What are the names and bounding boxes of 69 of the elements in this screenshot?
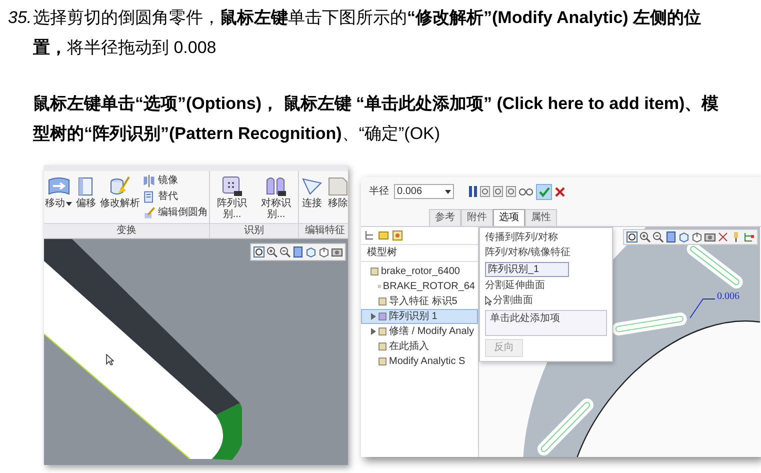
pause-icon[interactable] bbox=[469, 186, 477, 198]
tree-item[interactable]: BRAKE_ROTOR_64 bbox=[361, 279, 478, 294]
tree-item[interactable]: 在此插入 bbox=[361, 339, 478, 354]
tab[interactable]: 属性 bbox=[525, 209, 557, 226]
camera-icon[interactable] bbox=[704, 231, 716, 243]
tool-label: 修改解析 bbox=[100, 198, 140, 209]
field-label: 阵列/对称/镜像特征 bbox=[485, 247, 572, 259]
ribbon-tool[interactable]: 编辑倒圆角 bbox=[142, 206, 208, 220]
instruction-text: 选择剪切的倒圆角零件，鼠标左键单击下图所示的“修改解析”(Modify Analytic) 左侧的位置，将半径拖动到 0.008 bbox=[33, 7, 702, 59]
page-icon bbox=[142, 190, 156, 204]
instruction-text: 鼠标左键单击“选项”(Options)， 鼠标左键 “单击此处添加项” (Click here to add item)、模型树的“阵列识别”(Pattern Recognition)、“确定”(OK) bbox=[33, 93, 720, 145]
expand-arrow-icon[interactable] bbox=[371, 313, 376, 320]
ribbon-tool[interactable]: 替代 bbox=[142, 190, 208, 204]
tab[interactable]: 选项 bbox=[493, 209, 525, 226]
tab[interactable]: 附件 bbox=[461, 209, 493, 226]
ribbon-tool[interactable]: 修改解析 bbox=[100, 174, 140, 223]
zoom-fit-icon[interactable] bbox=[626, 231, 638, 243]
tree-item[interactable]: Modify Analytic S bbox=[361, 354, 478, 369]
feature-field[interactable]: 阵列识别_1 bbox=[485, 262, 569, 277]
zoom-in-icon[interactable] bbox=[266, 246, 278, 258]
expand-arrow-icon[interactable] bbox=[371, 328, 376, 335]
tab[interactable]: 参考 bbox=[429, 209, 461, 226]
radius-label: 半径 bbox=[369, 184, 389, 200]
ribbon-tool[interactable]: 连接 bbox=[300, 174, 324, 223]
model-tree-title: 模型树 bbox=[361, 245, 478, 262]
ribbon-tool[interactable]: 偏移 bbox=[74, 174, 98, 223]
tree-item[interactable]: brake_rotor_6400 bbox=[361, 264, 478, 279]
ribbon-tool[interactable]: 对称识别... bbox=[255, 174, 297, 223]
ribbon-tool[interactable]: 阵列识别... bbox=[211, 174, 253, 223]
folder-icon[interactable] bbox=[378, 230, 389, 241]
section-heading: 传播到阵列/对称 bbox=[485, 232, 559, 244]
caret-icon bbox=[445, 190, 451, 194]
step-number: 35. bbox=[8, 7, 33, 29]
tree-item[interactable]: 导入特征 标识5 bbox=[361, 294, 478, 309]
zoom-out-icon[interactable] bbox=[279, 246, 291, 258]
caret-icon bbox=[66, 202, 72, 206]
tree-item[interactable]: 阵列识别 1 bbox=[361, 309, 478, 324]
zoom-out-icon[interactable] bbox=[652, 231, 664, 243]
tool-label: 对称识别... bbox=[260, 198, 292, 220]
zoom-fit-icon[interactable] bbox=[253, 246, 265, 258]
tool-label: 连接 bbox=[302, 198, 322, 209]
ribbon-tool[interactable]: 镜像 bbox=[142, 174, 208, 188]
group-label: 编辑特征 bbox=[299, 223, 348, 238]
camera-icon[interactable] bbox=[331, 246, 343, 258]
radius-field[interactable]: 0.006 bbox=[394, 184, 454, 200]
dimension-text[interactable]: 0.006 bbox=[717, 291, 740, 302]
close-icon[interactable] bbox=[555, 186, 565, 197]
group-label: 变换 bbox=[44, 223, 209, 238]
tree-item[interactable]: 修缮 / Modify Analy bbox=[361, 324, 478, 339]
ribbon-tool[interactable]: 移除 bbox=[326, 174, 348, 223]
cursor-icon bbox=[485, 296, 492, 306]
pencil-icon bbox=[142, 206, 156, 220]
tree-icon[interactable] bbox=[364, 230, 375, 241]
check-icon bbox=[538, 186, 550, 197]
cursor-icon bbox=[106, 354, 114, 366]
branch-icon[interactable] bbox=[743, 231, 755, 243]
mirror-icon bbox=[142, 174, 156, 188]
confirm-button[interactable] bbox=[536, 184, 552, 200]
zoom-in-icon[interactable] bbox=[639, 231, 651, 243]
tool-label: 阵列识别... bbox=[216, 198, 248, 220]
ribbon-tool[interactable]: 移动 bbox=[45, 174, 72, 223]
group-label: 识别 bbox=[210, 223, 298, 238]
glasses-icon[interactable] bbox=[519, 187, 533, 196]
tool-label: 移动 bbox=[45, 198, 65, 209]
surface-collector[interactable]: 单击此处添加项 bbox=[485, 310, 607, 336]
section-heading: 分割延伸曲面 bbox=[485, 280, 546, 292]
tool-label: 偏移 bbox=[76, 198, 96, 209]
field-label: 分割曲面 bbox=[493, 295, 533, 307]
tool-label: 移除 bbox=[328, 198, 348, 209]
